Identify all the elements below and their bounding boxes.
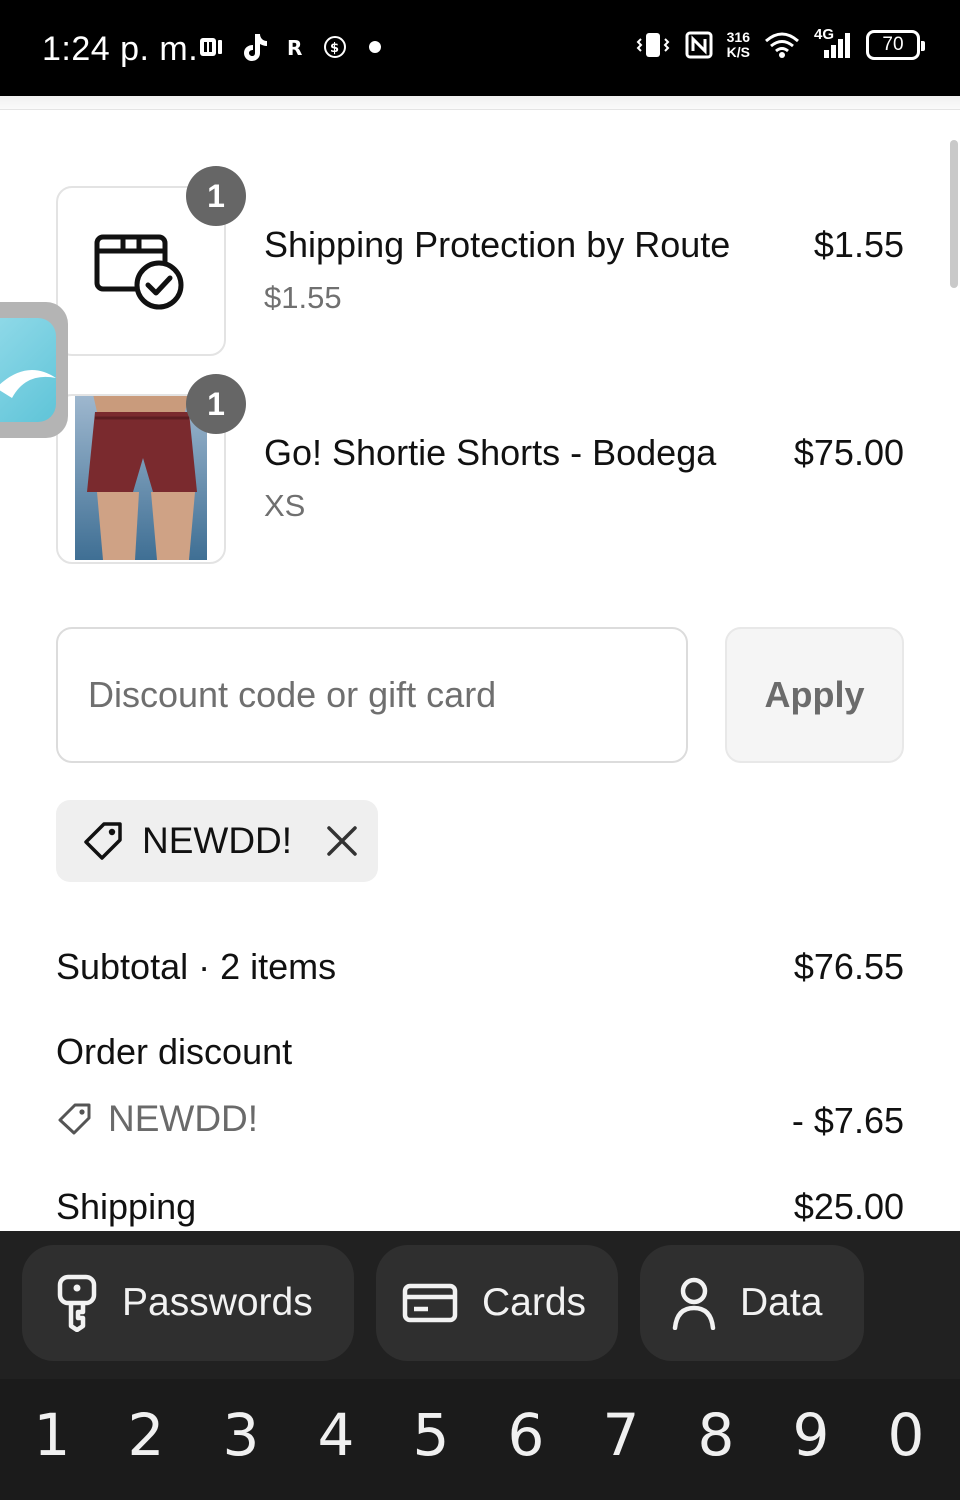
shipping-row: Shipping $25.00: [56, 1186, 904, 1228]
notification-app-icon: [198, 34, 224, 60]
status-time: 1:24 p. m.: [42, 30, 199, 68]
key-5[interactable]: 5: [401, 1401, 461, 1469]
network-speed: 316 K/S: [727, 30, 750, 60]
autofill-data-label: Data: [740, 1281, 823, 1324]
key-3[interactable]: 3: [211, 1401, 271, 1469]
cell-signal-icon: 4G: [814, 26, 852, 60]
order-discount-value: - $7.65: [791, 1100, 904, 1141]
autofill-cards-button[interactable]: Cards: [376, 1245, 618, 1361]
line-item-subtitle: $1.55: [264, 280, 342, 315]
autofill-passwords-label: Passwords: [122, 1281, 313, 1324]
key-8[interactable]: 8: [686, 1401, 746, 1469]
key-2[interactable]: 2: [116, 1401, 176, 1469]
package-check-icon: [93, 227, 189, 316]
status-right-icons: 316 K/S 4G 70: [635, 26, 925, 60]
discount-code-input[interactable]: [56, 627, 688, 763]
status-left-icons: R $: [198, 32, 386, 62]
subtotal-label: Subtotal · 2 items: [56, 946, 337, 987]
key-icon: [56, 1274, 98, 1332]
credit-card-icon: [402, 1282, 458, 1324]
floating-app-bubble[interactable]: [0, 302, 68, 438]
autofill-cards-label: Cards: [482, 1281, 587, 1324]
page-top-divider: [0, 96, 960, 110]
order-discount-label: Order discount: [56, 1031, 293, 1072]
page-scrollbar[interactable]: [950, 140, 958, 288]
order-discount-code: NEWDD!: [108, 1098, 259, 1139]
keyboard-autofill-bar: Passwords Cards Data: [0, 1231, 960, 1379]
vibrate-icon: [635, 31, 671, 59]
shipping-value: $25.00: [793, 1186, 904, 1227]
nfc-icon: [685, 31, 713, 59]
autofill-passwords-button[interactable]: Passwords: [22, 1245, 354, 1361]
order-discount-row: Order discount: [56, 1031, 904, 1073]
apply-discount-button[interactable]: Apply: [725, 627, 904, 763]
person-icon: [672, 1276, 716, 1330]
key-7[interactable]: 7: [591, 1401, 651, 1469]
line-item-price: $1.55: [813, 224, 904, 265]
quantity-badge: 1: [186, 374, 246, 434]
shipping-label: Shipping: [56, 1186, 197, 1227]
keyboard-number-row: 1 2 3 4 5 6 7 8 9 0: [0, 1379, 960, 1500]
battery-indicator: 70: [866, 30, 925, 60]
order-discount-code-line: NEWDD!: [56, 1098, 258, 1140]
dot-indicator-icon: [364, 40, 386, 54]
r-app-icon: R: [284, 35, 306, 59]
floating-app-icon: [0, 318, 56, 422]
remove-discount-icon[interactable]: [322, 821, 362, 861]
tag-icon: [80, 818, 126, 864]
dollar-app-icon: $: [322, 34, 348, 60]
line-item: 1 Shipping Protection by Route $1.55 $1.…: [56, 166, 904, 356]
svg-text:$: $: [330, 41, 339, 56]
subtotal-row: Subtotal · 2 items $76.55: [56, 946, 904, 988]
key-1[interactable]: 1: [22, 1401, 82, 1469]
tiktok-icon: [240, 32, 268, 62]
tag-icon: [56, 1100, 94, 1138]
applied-discount-chip: NEWDD!: [56, 800, 378, 882]
key-0[interactable]: 0: [876, 1401, 936, 1469]
line-item: 1 Go! Shortie Shorts - Bodega XS $75.00: [56, 374, 904, 564]
wifi-icon: [764, 31, 800, 59]
status-bar: 1:24 p. m. R $ 316 K/S 4G 70: [0, 0, 960, 96]
product-photo: [75, 396, 207, 562]
quantity-badge: 1: [186, 166, 246, 226]
network-type: 4G: [814, 26, 835, 43]
key-9[interactable]: 9: [781, 1401, 841, 1469]
line-item-price: $75.00: [793, 432, 904, 473]
svg-text:R: R: [287, 36, 302, 59]
line-item-name: Shipping Protection by Route: [264, 224, 731, 265]
network-speed-unit: K/S: [726, 44, 750, 60]
applied-discount-code: NEWDD!: [142, 820, 293, 861]
key-4[interactable]: 4: [306, 1401, 366, 1469]
network-speed-value: 316: [726, 29, 750, 45]
key-6[interactable]: 6: [496, 1401, 556, 1469]
subtotal-value: $76.55: [793, 946, 904, 987]
line-item-name: Go! Shortie Shorts - Bodega: [264, 432, 717, 473]
line-item-variant: XS: [264, 488, 306, 523]
autofill-data-button[interactable]: Data: [640, 1245, 864, 1361]
